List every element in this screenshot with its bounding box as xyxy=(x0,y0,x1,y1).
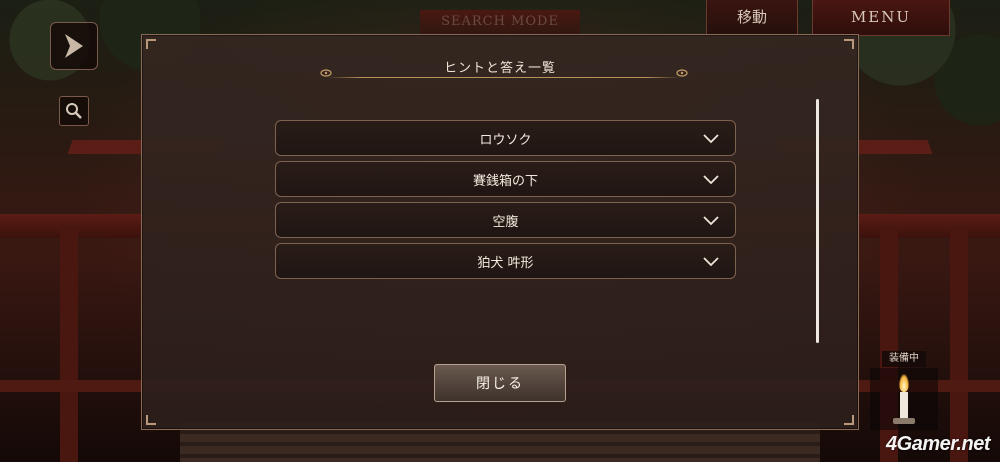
hint-item-candle[interactable]: ロウソク xyxy=(275,120,736,156)
search-button[interactable] xyxy=(59,96,89,126)
chevron-down-icon xyxy=(703,257,719,267)
hint-item-komainu[interactable]: 狛犬 吽形 xyxy=(275,243,736,279)
chevron-right-icon xyxy=(65,34,83,58)
move-button[interactable]: 移動 xyxy=(706,0,798,36)
chevron-down-icon xyxy=(703,175,719,185)
dialog-title: ヒントと答え一覧 xyxy=(443,61,556,76)
shrine-pillar xyxy=(60,230,78,462)
title-underline xyxy=(326,77,682,78)
shrine-pillar xyxy=(950,230,968,462)
hint-answer-dialog: ヒントと答え一覧 ロウソク 賽銭箱の下 空腹 狛犬 吽形 閉じる xyxy=(141,34,859,430)
hint-item-label: 賽銭箱の下 xyxy=(472,173,538,189)
close-button[interactable]: 閉じる xyxy=(434,364,566,402)
hint-item-label: ロウソク xyxy=(479,132,532,148)
hint-item-hunger[interactable]: 空腹 xyxy=(275,202,736,238)
hint-list: ロウソク 賽銭箱の下 空腹 狛犬 吽形 xyxy=(275,120,736,284)
watermark-logo: 4Gamer.net xyxy=(886,433,990,455)
equipped-item-slot[interactable] xyxy=(870,368,938,430)
hint-item-offering-box[interactable]: 賽銭箱の下 xyxy=(275,161,736,197)
corner-ornament xyxy=(146,415,156,425)
forward-arrow-button[interactable] xyxy=(50,22,98,70)
chevron-down-icon xyxy=(703,216,719,226)
title-ornament-icon xyxy=(676,69,688,77)
corner-ornament xyxy=(146,39,156,49)
candle-icon xyxy=(899,374,909,392)
corner-ornament xyxy=(844,415,854,425)
corner-ornament xyxy=(844,39,854,49)
candle-body xyxy=(900,392,908,420)
hint-item-label: 狛犬 吽形 xyxy=(477,255,534,271)
chevron-down-icon xyxy=(703,134,719,144)
candle-holder xyxy=(893,418,915,424)
title-ornament-icon xyxy=(320,69,332,77)
list-scrollbar[interactable] xyxy=(816,99,819,343)
equipped-label: 装備中 xyxy=(882,351,926,367)
menu-button[interactable]: MENU xyxy=(812,0,950,36)
magnifier-icon xyxy=(66,103,82,119)
search-mode-label: SEARCH MODE xyxy=(420,10,580,34)
hint-item-label: 空腹 xyxy=(492,214,519,230)
